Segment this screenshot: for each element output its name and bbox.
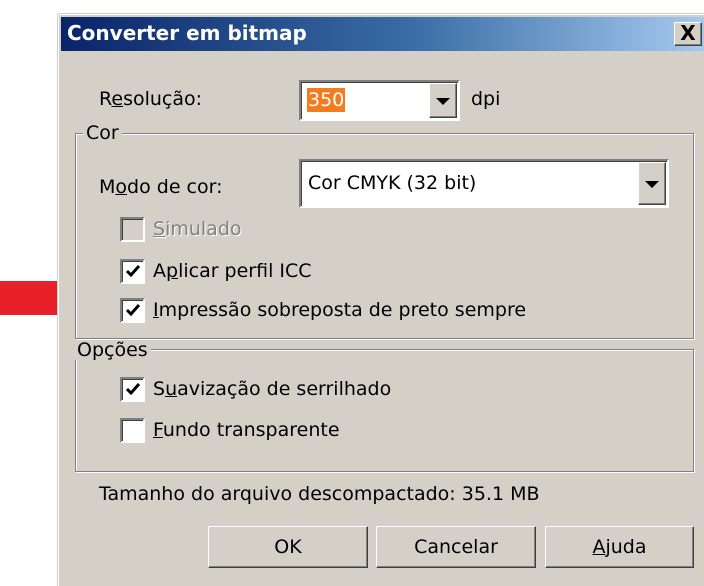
resolution-label: Resolução: [99, 88, 203, 110]
chevron-down-icon [645, 180, 659, 188]
checkmark-icon [125, 265, 141, 278]
overprint-black-checkbox[interactable] [120, 298, 145, 323]
apply-icc-label: Aplicar perfil ICC [153, 260, 312, 282]
help-button[interactable]: Ajuda [545, 526, 694, 568]
overprint-black-label: Impressão sobreposta de preto sempre [153, 299, 527, 321]
checkmark-icon [125, 304, 141, 317]
simulated-checkbox[interactable] [120, 217, 145, 242]
color-mode-select[interactable]: Cor CMYK (32 bit) [299, 159, 669, 208]
close-icon: X [680, 21, 696, 45]
color-mode-value: Cor CMYK (32 bit) [308, 172, 477, 194]
checkmark-icon [125, 383, 141, 396]
apply-icc-checkbox[interactable] [120, 259, 145, 284]
dialog-title: Converter em bitmap [67, 21, 307, 45]
simulated-label: Simulado [153, 218, 242, 240]
transparent-background-label: Fundo transparente [153, 419, 340, 441]
chevron-down-icon [436, 97, 450, 105]
convert-to-bitmap-dialog: Converter em bitmap X Resolução: 350 dpi… [57, 13, 704, 586]
resolution-value[interactable]: 350 [307, 88, 346, 112]
resolution-dropdown-button[interactable] [429, 83, 457, 118]
options-group [75, 349, 694, 472]
resolution-unit: dpi [471, 88, 501, 110]
antialias-label: Suavização de serrilhado [153, 378, 392, 400]
color-mode-label: Modo de cor: [99, 176, 223, 198]
resolution-combobox[interactable]: 350 [299, 80, 460, 121]
options-group-legend: Opções [74, 340, 151, 360]
transparent-background-checkbox[interactable] [120, 418, 145, 443]
title-bar: Converter em bitmap X [61, 17, 704, 51]
cancel-button[interactable]: Cancelar [376, 526, 536, 568]
ok-button[interactable]: OK [208, 526, 368, 568]
color-mode-dropdown-button[interactable] [638, 162, 666, 205]
cor-group-legend: Cor [83, 123, 122, 143]
close-button[interactable]: X [674, 22, 702, 46]
antialias-checkbox[interactable] [120, 377, 145, 402]
uncompressed-file-size: Tamanho do arquivo descompactado: 35.1 M… [99, 483, 540, 505]
